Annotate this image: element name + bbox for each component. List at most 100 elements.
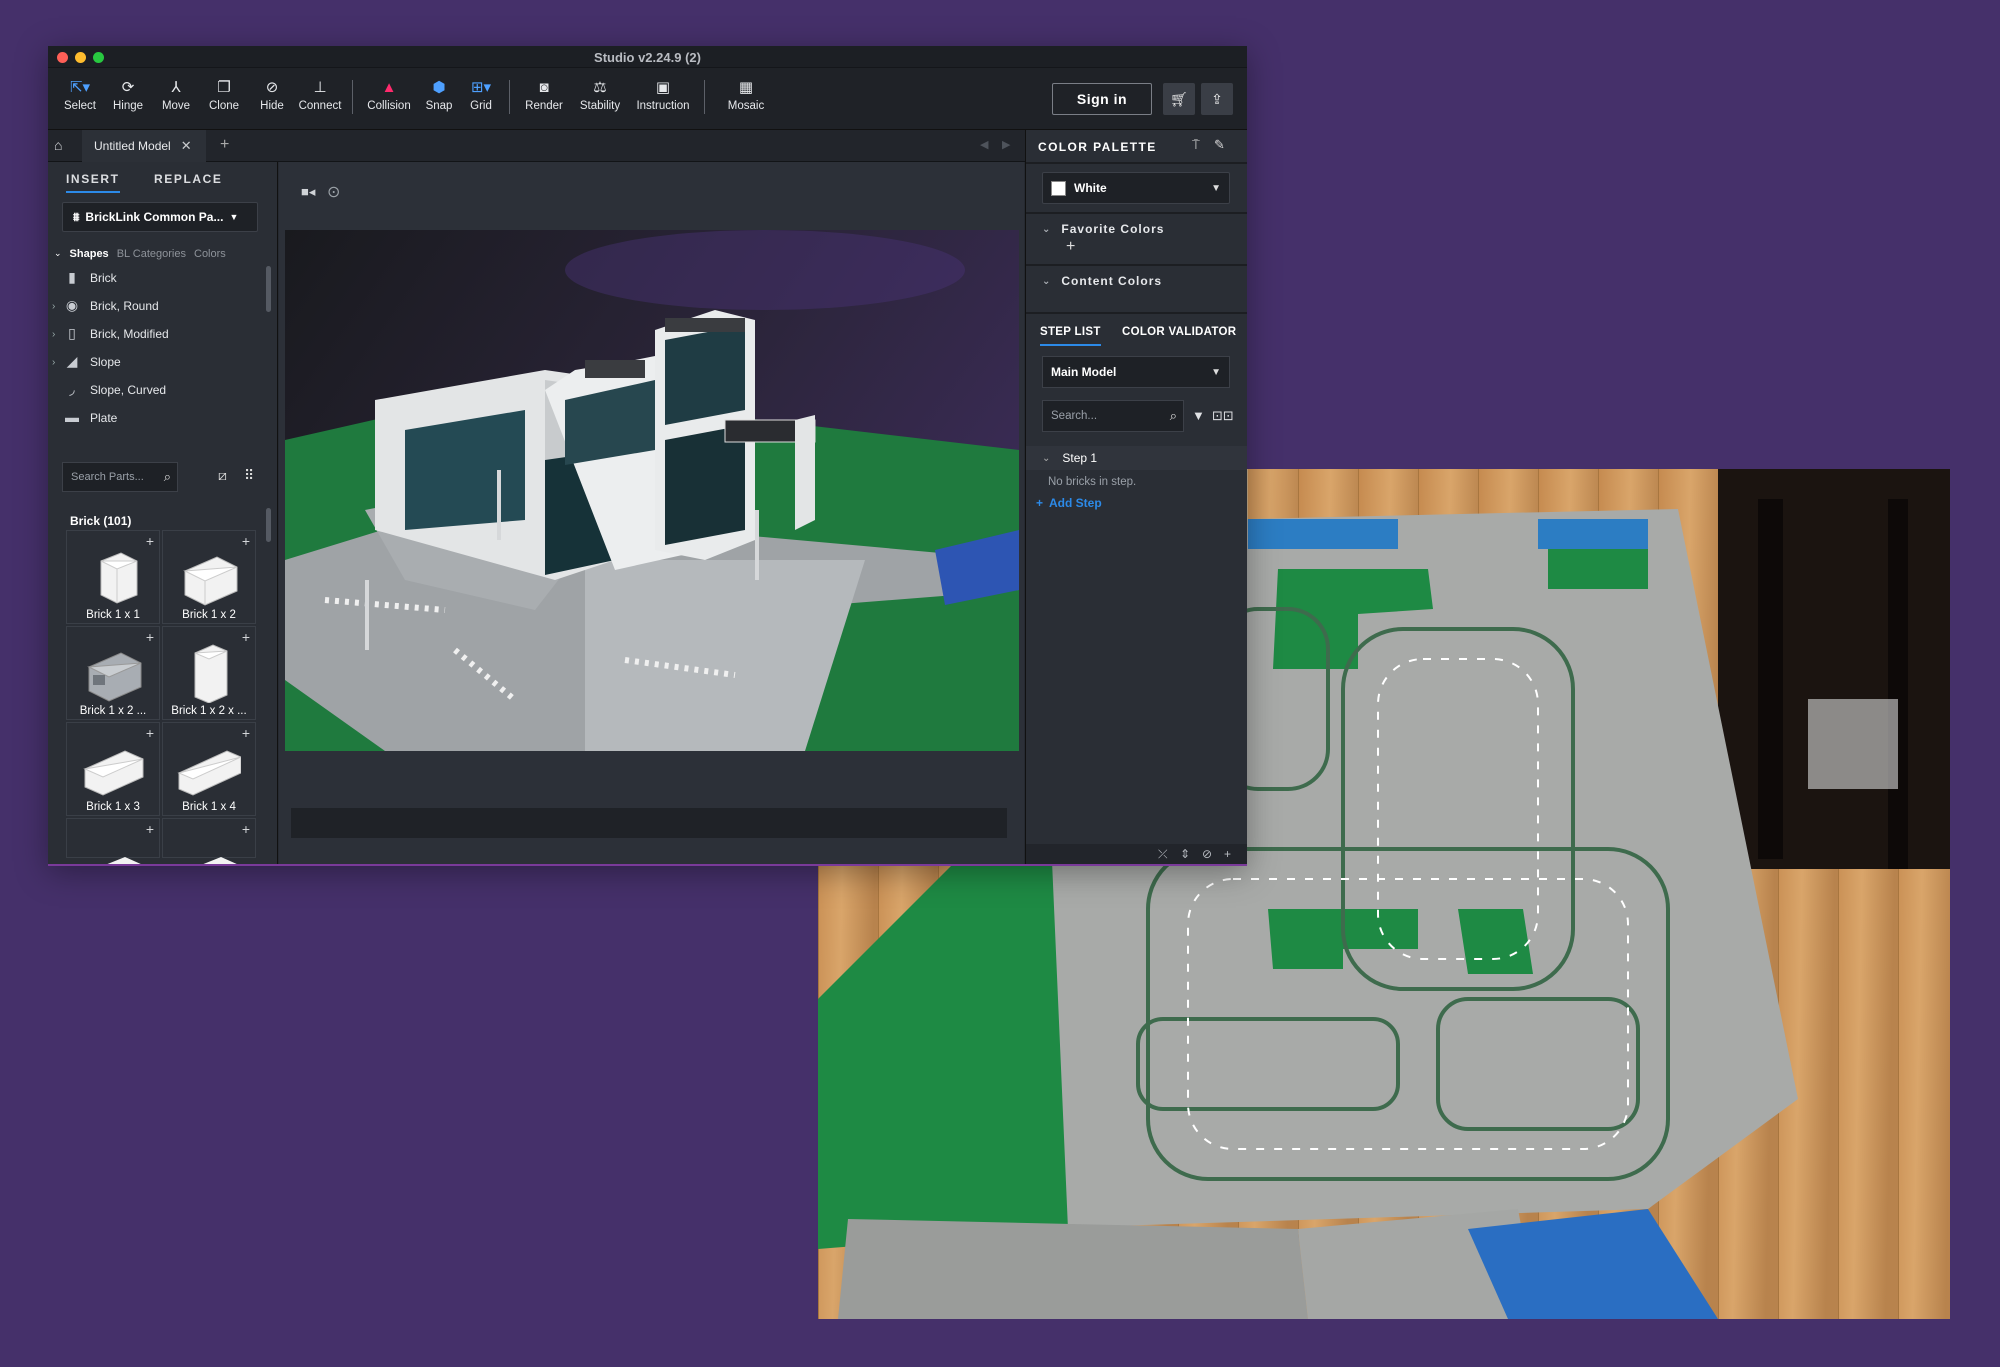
instruction-tool-button[interactable]: ▣ Instruction bbox=[630, 68, 696, 130]
tool-label: Snap bbox=[425, 100, 453, 112]
add-favorite-color-icon[interactable]: + bbox=[1066, 238, 1075, 256]
tool-label: Render bbox=[525, 100, 563, 112]
hide-icon[interactable]: ⊘ bbox=[1202, 847, 1212, 861]
select-icon: ⇱▾ bbox=[69, 79, 91, 96]
shape-filter-tabs: ⌄ Shapes BL Categories Colors bbox=[54, 248, 226, 260]
render-tool-button[interactable]: ◙ Render bbox=[518, 68, 570, 130]
snap-tool-button[interactable]: ⬢ Snap bbox=[417, 68, 461, 130]
part-tile[interactable]: + Brick 1 x 2 x ... bbox=[162, 626, 256, 720]
add-part-icon[interactable]: + bbox=[146, 533, 154, 549]
search-icon[interactable]: ⌕ bbox=[164, 469, 171, 485]
part-name: Brick 1 x 2 x ... bbox=[171, 705, 247, 717]
mosaic-tool-button[interactable]: ▦ Mosaic bbox=[713, 68, 779, 130]
parts-category-icon: ⩩ bbox=[73, 209, 80, 224]
rotate-view-icon[interactable]: ⊙ bbox=[327, 182, 340, 202]
part-tile[interactable]: + Brick 1 x 2 bbox=[162, 530, 256, 624]
toolbar-divider bbox=[352, 80, 353, 114]
list-item[interactable]: ◞ Slope, Curved bbox=[48, 376, 278, 404]
hide-tool-button[interactable]: ⊘ Hide bbox=[248, 68, 296, 130]
collision-icon: ▲ bbox=[381, 79, 397, 96]
list-item[interactable]: › ▯ Brick, Modified bbox=[48, 320, 278, 348]
add-step-button[interactable]: + Add Step bbox=[1036, 496, 1102, 510]
select-tool-button[interactable]: ⇱▾ Select bbox=[56, 68, 104, 130]
filter-icon[interactable]: ▼ bbox=[1192, 408, 1205, 423]
brick-1x4-icon bbox=[177, 750, 241, 796]
filter-tab-shapes[interactable]: Shapes bbox=[70, 248, 109, 260]
step-search-input[interactable]: Search... ⌕ bbox=[1042, 400, 1184, 432]
category-dropdown[interactable]: ⩩ BrickLink Common Pa... ▼ bbox=[62, 202, 258, 232]
add-part-icon[interactable]: + bbox=[146, 629, 154, 645]
part-tile[interactable]: + Brick 1 x 4 bbox=[162, 722, 256, 816]
color-dropdown[interactable]: White ▼ bbox=[1042, 172, 1230, 204]
eyedropper-icon[interactable]: ✎ bbox=[1214, 137, 1225, 153]
title-bar: Studio v2.24.9 (2) bbox=[48, 46, 1247, 68]
part-tile[interactable]: + Brick 1 x 3 bbox=[66, 722, 160, 816]
modified-brick-icon: ▯ bbox=[68, 325, 76, 341]
curved-slope-icon: ◞ bbox=[69, 381, 75, 397]
nav-forward-icon[interactable]: ▶ bbox=[1002, 138, 1010, 151]
list-item[interactable]: ▮ Brick bbox=[48, 264, 278, 292]
close-tab-icon[interactable]: ✕ bbox=[181, 138, 192, 154]
part-tile[interactable]: + bbox=[66, 818, 160, 864]
add-icon[interactable]: + bbox=[1224, 847, 1231, 861]
add-part-icon[interactable]: + bbox=[242, 725, 250, 741]
add-part-icon[interactable]: + bbox=[146, 821, 154, 837]
tab-step-list[interactable]: STEP LIST bbox=[1040, 326, 1101, 346]
tool-label: Mosaic bbox=[727, 100, 765, 112]
move-tool-button[interactable]: ⅄ Move bbox=[152, 68, 200, 130]
content-colors-section[interactable]: ⌄ Content Colors bbox=[1042, 274, 1162, 288]
connect-tool-button[interactable]: ⊥ Connect bbox=[296, 68, 344, 130]
search-icon[interactable]: ⌕ bbox=[1170, 408, 1177, 424]
clone-tool-button[interactable]: ❐ Clone bbox=[200, 68, 248, 130]
nav-back-icon[interactable]: ◀ bbox=[980, 138, 988, 151]
home-icon[interactable]: ⌂ bbox=[54, 137, 72, 155]
timeline-bar[interactable] bbox=[291, 808, 1007, 838]
grid-tool-button[interactable]: ⊞▾ Grid bbox=[461, 68, 501, 130]
hide-parts-icon[interactable]: ⧄ bbox=[218, 467, 227, 484]
step-row[interactable]: ⌄ Step 1 bbox=[1026, 446, 1247, 470]
hinge-tool-button[interactable]: ⟳ Hinge bbox=[104, 68, 152, 130]
add-part-icon[interactable]: + bbox=[146, 725, 154, 741]
empty-step-message: No bricks in step. bbox=[1048, 476, 1137, 488]
chevron-right-icon: › bbox=[52, 300, 56, 312]
cart-button[interactable]: 🛒︎ bbox=[1163, 83, 1195, 115]
glasses-icon[interactable]: ⊡⊡ bbox=[1212, 408, 1234, 424]
list-item[interactable]: ▬ Plate bbox=[48, 404, 278, 432]
collision-tool-button[interactable]: ▲ Collision bbox=[361, 68, 417, 130]
selected-color-label: White bbox=[1074, 181, 1107, 195]
part-tile[interactable]: + Brick 1 x 2 ... bbox=[66, 626, 160, 720]
model-dropdown[interactable]: Main Model ▼ bbox=[1042, 356, 1230, 388]
list-item[interactable]: › ◢ Slope bbox=[48, 348, 278, 376]
parts-grid-scrollbar[interactable] bbox=[266, 508, 271, 542]
paint-roller-icon[interactable]: ⍑ bbox=[1192, 137, 1200, 153]
tab-insert[interactable]: INSERT bbox=[66, 172, 120, 193]
sign-in-button[interactable]: Sign in bbox=[1052, 83, 1152, 115]
add-part-icon[interactable]: + bbox=[242, 629, 250, 645]
camera-icon[interactable]: ■◂ bbox=[301, 184, 315, 200]
brick-1x1-icon bbox=[100, 552, 138, 604]
favorite-colors-section[interactable]: ⌄ Favorite Colors bbox=[1042, 222, 1164, 236]
document-tab[interactable]: Untitled Model ✕ bbox=[82, 130, 206, 162]
search-parts-input[interactable]: Search Parts... ⌕ bbox=[62, 462, 178, 492]
filter-tab-bl-categories[interactable]: BL Categories bbox=[117, 248, 186, 260]
expand-all-icon[interactable]: ⇕ bbox=[1180, 847, 1190, 861]
add-part-icon[interactable]: + bbox=[242, 821, 250, 837]
tab-replace[interactable]: REPLACE bbox=[154, 172, 223, 186]
list-item[interactable]: › ◉ Brick, Round bbox=[48, 292, 278, 320]
tab-color-validator[interactable]: COLOR VALIDATOR bbox=[1122, 326, 1236, 338]
part-tile[interactable]: + bbox=[162, 818, 256, 864]
add-tab-icon[interactable]: + bbox=[220, 136, 229, 154]
add-part-icon[interactable]: + bbox=[242, 533, 250, 549]
plate-icon: ▬ bbox=[65, 409, 79, 425]
3d-viewport[interactable]: ■◂ ⊙ bbox=[279, 162, 1024, 864]
section-divider bbox=[1026, 162, 1247, 164]
shape-list-scrollbar[interactable] bbox=[266, 266, 271, 312]
stability-tool-button[interactable]: ⚖ Stability bbox=[570, 68, 630, 130]
instruction-icon: ▣ bbox=[655, 79, 671, 96]
collapse-all-icon[interactable]: ⤫ bbox=[1158, 847, 1168, 862]
grid-view-icon[interactable]: ⠿ bbox=[244, 467, 254, 484]
filter-tab-colors[interactable]: Colors bbox=[194, 248, 226, 260]
part-tile[interactable]: + Brick 1 x 1 bbox=[66, 530, 160, 624]
upload-button[interactable]: ⇪ bbox=[1201, 83, 1233, 115]
model-render[interactable] bbox=[285, 230, 1019, 751]
